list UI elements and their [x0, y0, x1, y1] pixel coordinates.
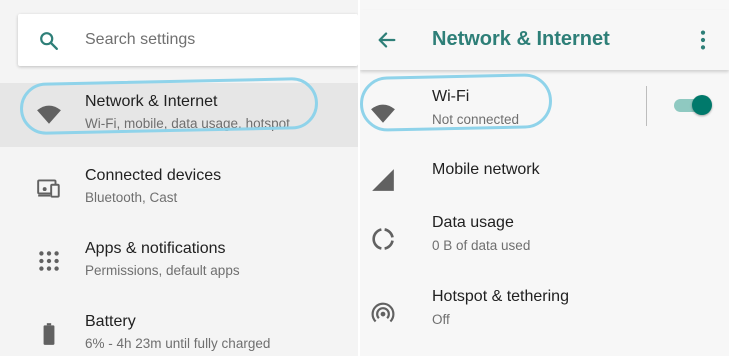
network-internet-panel: Network & Internet Wi-Fi Not connected M… — [360, 0, 729, 356]
more-vert-icon[interactable] — [697, 29, 709, 51]
settings-item-subtitle: Bluetooth, Cast — [85, 190, 178, 205]
network-item-title: Hotspot & tethering — [432, 288, 569, 305]
toggle-thumb — [692, 95, 712, 115]
page-title: Network & Internet — [432, 28, 610, 50]
settings-item-title: Connected devices — [85, 167, 222, 184]
settings-home-panel: Search settings Network & Internet Wi-Fi… — [0, 0, 360, 356]
search-bar[interactable]: Search settings — [18, 14, 358, 66]
settings-item-title: Battery — [85, 313, 136, 330]
settings-item-connected-devices[interactable]: Connected devices Bluetooth, Cast — [0, 157, 360, 221]
network-item-data-usage[interactable]: Data usage 0 B of data used — [360, 206, 729, 270]
data-usage-icon — [372, 228, 394, 250]
settings-item-title: Apps & notifications — [85, 240, 226, 257]
battery-icon — [43, 323, 55, 345]
search-icon — [40, 32, 58, 50]
network-item-subtitle: 0 B of data used — [432, 238, 531, 253]
hotspot-icon — [371, 302, 395, 323]
network-item-subtitle: Off — [432, 312, 450, 327]
network-item-mobile-network[interactable]: Mobile network — [360, 147, 729, 211]
settings-item-subtitle: 6% - 4h 23m until fully charged — [85, 336, 271, 351]
highlight-wifi — [359, 72, 553, 133]
highlight-network-internet — [19, 76, 319, 136]
signal-icon — [372, 169, 394, 191]
settings-item-subtitle: Permissions, default apps — [85, 263, 240, 278]
apps-grid-icon — [39, 251, 59, 271]
search-placeholder: Search settings — [85, 31, 196, 48]
devices-icon — [37, 179, 60, 198]
wifi-toggle[interactable] — [672, 94, 712, 116]
settings-item-apps-notifications[interactable]: Apps & notifications Permissions, defaul… — [0, 230, 360, 294]
network-item-title: Mobile network — [432, 161, 540, 178]
app-bar: Network & Internet — [360, 10, 729, 70]
network-item-title: Data usage — [432, 214, 514, 231]
settings-item-battery[interactable]: Battery 6% - 4h 23m until fully charged — [0, 303, 360, 356]
back-arrow-icon[interactable] — [376, 29, 398, 51]
toggle-separator — [646, 86, 647, 126]
network-item-hotspot-tethering[interactable]: Hotspot & tethering Off — [360, 280, 729, 344]
